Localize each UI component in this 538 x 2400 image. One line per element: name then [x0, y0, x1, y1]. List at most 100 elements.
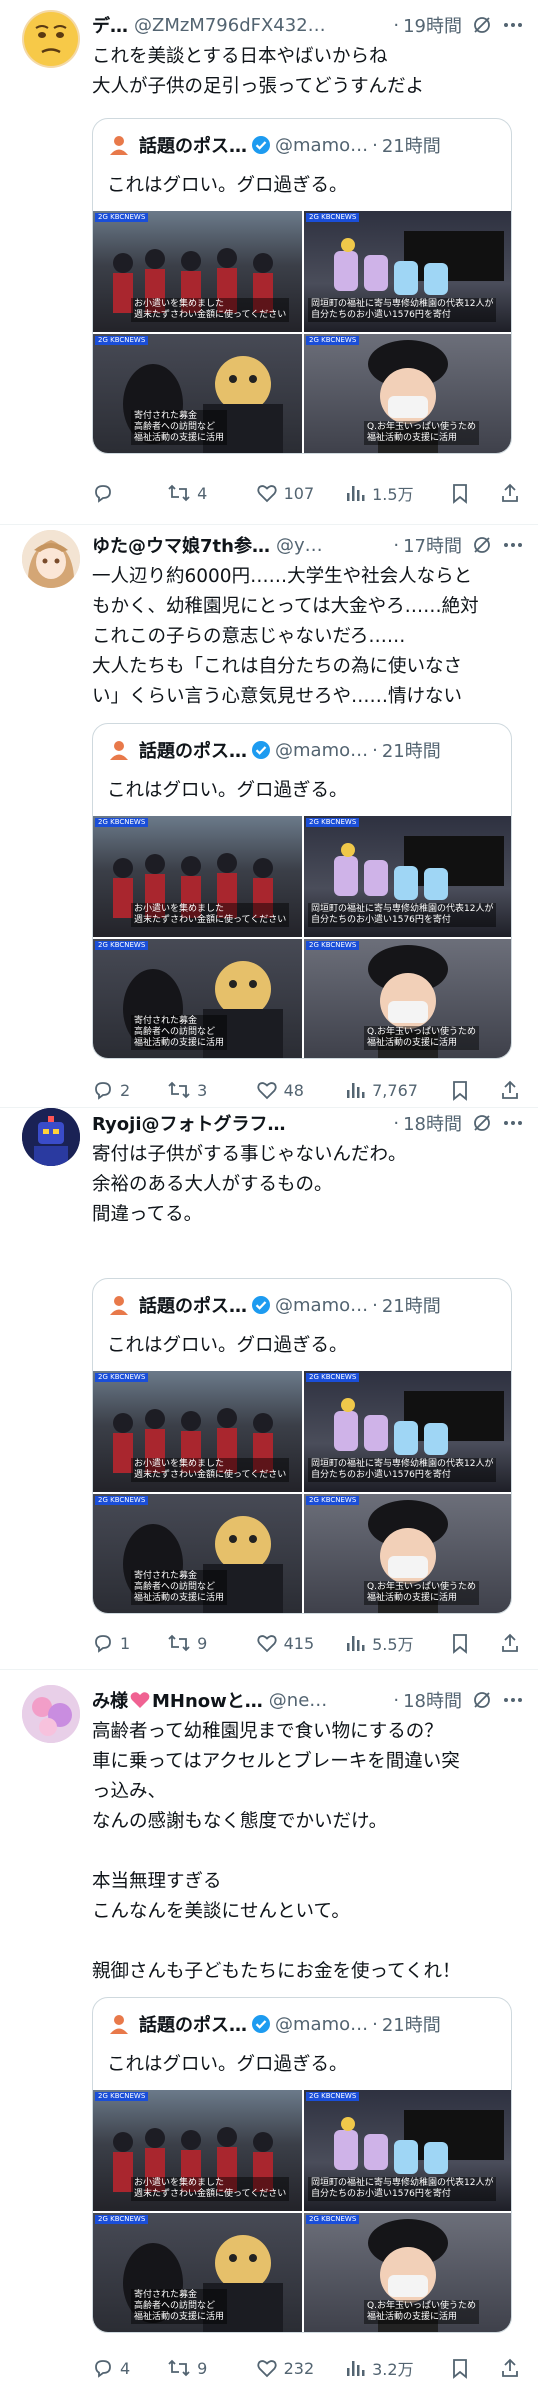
reply-count: 4: [120, 2358, 131, 2378]
media-image-elder-with-mascot[interactable]: 2G KBCNEWS 寄付された募金 高齢者への訪問など 福祉活動の支援に活用: [93, 334, 302, 453]
tweet-4[interactable]: み様 MHnowと… @ne… · 18時間 高齢者って幼稚園児まで食い物にする…: [0, 1670, 538, 2400]
avatar[interactable]: [22, 1685, 80, 1743]
bookmark-button[interactable]: [450, 2357, 500, 2379]
grok-icon[interactable]: [472, 1690, 492, 1710]
display-name[interactable]: ゆた@ウマ娘7th参…: [92, 532, 270, 558]
views-button[interactable]: 5.5万: [344, 1631, 450, 1655]
quoted-tweet[interactable]: 話題のポス… @mamo… · 21時間 これはグロい。グロ過ぎる。 2G KB…: [92, 1278, 512, 1614]
media-image-elder-with-mascot[interactable]: 2G KBCNEWS 寄付された募金 高齢者への訪問など 福祉活動の支援に活用: [93, 939, 302, 1058]
tweet-text-line: 寄付は子供がする事じゃないんだわ。: [92, 1144, 407, 1165]
more-options-icon[interactable]: [502, 1113, 524, 1133]
news-caption: お小遣いを集めました 週末たずさわい金額に使ってください: [131, 1458, 290, 1482]
media-image-donation-boxes[interactable]: 2G KBCNEWS 岡垣町の福祉に寄与専修幼稚園の代表12人が 自分たちのお小…: [304, 2090, 511, 2211]
tweet-text-line: 親御さんも子どもたちにお金を使ってくれ！: [92, 1961, 461, 1982]
media-image-donation-boxes[interactable]: 2G KBCNEWS 岡垣町の福祉に寄与専修幼稚園の代表12人が 自分たちのお小…: [304, 211, 511, 332]
display-name[interactable]: デ…: [92, 12, 128, 38]
verified-badge-icon: [251, 2014, 271, 2034]
tweet-3[interactable]: Ryoji@フォトグラフ… · 18時間 寄付は子供がする事じゃないんだわ。 余…: [0, 1108, 538, 1670]
quoted-media-grid[interactable]: 2G KBCNEWS お小遣いを集めました 週末たずさわい金額に使ってください …: [93, 816, 511, 1058]
like-button[interactable]: 232: [256, 2357, 345, 2379]
pink-avatar-icon: [22, 1685, 80, 1743]
share-button[interactable]: [500, 482, 526, 504]
share-icon: [502, 1633, 518, 1652]
share-button[interactable]: [500, 1632, 526, 1654]
quoted-tweet[interactable]: 話題のポス… @mamo… · 21時間 これはグロい。グロ過ぎる。 2G KB…: [92, 1997, 512, 2333]
share-icon: [502, 1080, 518, 1099]
media-image-classroom[interactable]: 2G KBCNEWS お小遣いを集めました 週末たずさわい金額に使ってください: [93, 211, 302, 332]
share-button[interactable]: [500, 2357, 526, 2379]
media-image-classroom[interactable]: 2G KBCNEWS お小遣いを集めました 週末たずさわい金額に使ってください: [93, 1371, 302, 1492]
media-image-donation-boxes[interactable]: 2G KBCNEWS 岡垣町の福祉に寄与専修幼稚園の代表12人が 自分たちのお小…: [304, 1371, 511, 1492]
reply-button[interactable]: [92, 482, 167, 504]
news-badge: 2G KBCNEWS: [95, 213, 149, 222]
reply-button[interactable]: 1: [92, 1632, 167, 1654]
bookmark-button[interactable]: [450, 1632, 500, 1654]
like-button[interactable]: 48: [256, 1079, 345, 1101]
views-button[interactable]: 7,767: [344, 1079, 450, 1101]
timestamp[interactable]: 19時間: [403, 12, 462, 38]
tweet-1[interactable]: デ… @ZMzM796dFX432… · 19時間 これを美談とする日本やばいか…: [0, 0, 538, 525]
retweet-button[interactable]: 3: [167, 1079, 256, 1101]
views-button[interactable]: 1.5万: [344, 481, 450, 505]
grok-icon[interactable]: [472, 1113, 492, 1133]
media-image-child-interview[interactable]: 2G KBCNEWS Q.お年玉いっぱい使うため 福祉活動の支援に活用: [304, 939, 511, 1058]
user-handle[interactable]: @ZMzM796dFX432…: [134, 15, 389, 36]
quoted-tweet[interactable]: 話題のポス… @mamo… · 21時間 これはグロい。グロ過ぎる。 2G KB…: [92, 118, 512, 454]
media-image-classroom[interactable]: 2G KBCNEWS お小遣いを集めました 週末たずさわい金額に使ってください: [93, 816, 302, 937]
heart-icon: [256, 2360, 277, 2378]
heart-icon: [256, 1635, 277, 1653]
retweet-icon: [168, 2359, 190, 2377]
tweet-actions: 2 3 48 7,767: [92, 1075, 526, 1105]
grok-icon[interactable]: [472, 535, 492, 555]
views-button[interactable]: 3.2万: [344, 2356, 450, 2380]
share-button[interactable]: [500, 1079, 526, 1101]
timestamp[interactable]: 17時間: [403, 532, 462, 558]
retweet-button[interactable]: 4: [167, 482, 256, 504]
reply-button[interactable]: 2: [92, 1079, 167, 1101]
tweet-2[interactable]: ゆた@ウマ娘7th参… @y… · 17時間 一人辺り約6000円……大学生や社…: [0, 525, 538, 1108]
display-name[interactable]: み様: [92, 1687, 128, 1713]
timestamp[interactable]: 18時間: [403, 1687, 462, 1713]
avatar[interactable]: [22, 1108, 80, 1166]
quoted-media-grid[interactable]: 2G KBCNEWS お小遣いを集めました 週末たずさわい金額に使ってください …: [93, 1371, 511, 1613]
avatar[interactable]: [22, 10, 80, 68]
media-image-child-interview[interactable]: 2G KBCNEWS Q.お年玉いっぱい使うため 福祉活動の支援に活用: [304, 2213, 511, 2332]
news-badge: 2G KBCNEWS: [306, 1373, 360, 1382]
retweet-button[interactable]: 9: [167, 2357, 256, 2379]
media-image-donation-boxes[interactable]: 2G KBCNEWS 岡垣町の福祉に寄与専修幼稚園の代表12人が 自分たちのお小…: [304, 816, 511, 937]
bookmark-button[interactable]: [450, 482, 500, 504]
view-count: 5.5万: [372, 1635, 414, 1654]
quoted-media-grid[interactable]: 2G KBCNEWS お小遣いを集めました 週末たずさわい金額に使ってください …: [93, 211, 511, 453]
like-button[interactable]: 415: [256, 1632, 345, 1654]
media-image-child-interview[interactable]: 2G KBCNEWS Q.お年玉いっぱい使うため 福祉活動の支援に活用: [304, 334, 511, 453]
more-options-icon[interactable]: [502, 1690, 524, 1710]
like-button[interactable]: 107: [256, 482, 345, 504]
news-caption: お小遣いを集めました 週末たずさわい金額に使ってください: [131, 2177, 290, 2201]
avatar[interactable]: [22, 530, 80, 588]
news-caption: 岡垣町の福祉に寄与専修幼稚園の代表12人が 自分たちのお小遣い1576円を寄付: [308, 298, 497, 322]
separator-dot: ·: [372, 739, 378, 761]
display-name-suffix[interactable]: MHnowと…: [152, 1687, 263, 1713]
quoted-media-grid[interactable]: 2G KBCNEWS お小遣いを集めました 週末たずさわい金額に使ってください …: [93, 2090, 511, 2332]
media-image-child-interview[interactable]: 2G KBCNEWS Q.お年玉いっぱい使うため 福祉活動の支援に活用: [304, 1494, 511, 1613]
reply-button[interactable]: 4: [92, 2357, 167, 2379]
timestamp[interactable]: 18時間: [403, 1110, 462, 1136]
tweet-text-line: [92, 1837, 522, 1867]
more-options-icon[interactable]: [502, 15, 524, 35]
person-icon: [110, 136, 128, 155]
user-handle[interactable]: @y…: [276, 535, 389, 556]
more-options-icon[interactable]: [502, 535, 524, 555]
media-image-classroom[interactable]: 2G KBCNEWS お小遣いを集めました 週末たずさわい金額に使ってください: [93, 2090, 302, 2211]
grok-icon[interactable]: [472, 15, 492, 35]
media-image-elder-with-mascot[interactable]: 2G KBCNEWS 寄付された募金 高齢者への訪問など 福祉活動の支援に活用: [93, 1494, 302, 1613]
tweet-header: Ryoji@フォトグラフ… · 18時間: [92, 1108, 524, 1138]
bookmark-button[interactable]: [450, 1079, 500, 1101]
tweet-text-line: なんの感謝もなく態度でかいだけ。: [92, 1811, 388, 1832]
retweet-icon: [168, 1634, 190, 1652]
user-handle[interactable]: @ne…: [269, 1690, 390, 1711]
retweet-button[interactable]: 9: [167, 1632, 256, 1654]
media-image-elder-with-mascot[interactable]: 2G KBCNEWS 寄付された募金 高齢者への訪問など 福祉活動の支援に活用: [93, 2213, 302, 2332]
verified-badge-icon: [251, 1295, 271, 1315]
quoted-tweet[interactable]: 話題のポス… @mamo… · 21時間 これはグロい。グロ過ぎる。 2G KB…: [92, 723, 512, 1059]
display-name[interactable]: Ryoji@フォトグラフ…: [92, 1110, 286, 1136]
